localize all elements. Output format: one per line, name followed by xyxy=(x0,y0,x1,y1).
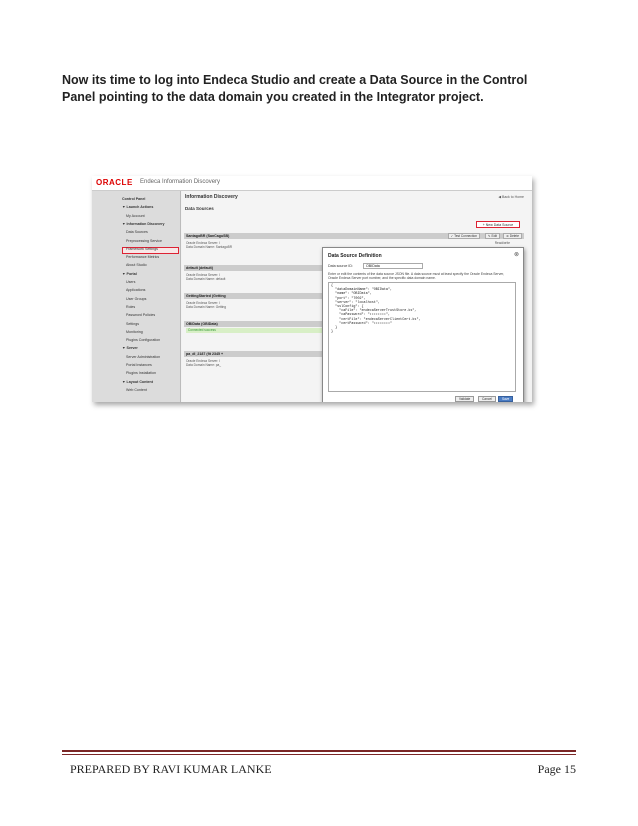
sidebar-item[interactable]: Control Panel xyxy=(122,197,145,201)
data-source-name[interactable]: SantagoBR (SanCaguSB) xyxy=(186,234,229,238)
cancel-button[interactable]: Cancel xyxy=(478,396,496,402)
dialog-title: Data Source Definition xyxy=(328,253,382,259)
edit-button[interactable]: ✎ Edit xyxy=(484,233,500,239)
app-name: Endeca Information Discovery xyxy=(140,179,221,185)
sidebar-item[interactable]: Portal Instances xyxy=(126,363,152,367)
data-source-definition-dialog: Data Source Definition ⊗ Data source ID:… xyxy=(322,247,524,402)
domain-line: Data Domain Name: default xyxy=(186,277,226,281)
footer-rule-thick xyxy=(62,750,576,752)
validate-button[interactable]: Validate xyxy=(455,396,475,402)
sidebar-item[interactable]: About Studio xyxy=(126,263,147,267)
new-data-source-button[interactable]: + New Data Source xyxy=(476,221,520,228)
sidebar-item[interactable]: ▼ Launch Actions xyxy=(122,205,153,209)
data-source-name[interactable]: OBIData (OBIData) xyxy=(186,322,218,326)
test-connection-button[interactable]: ✓ Test Connection xyxy=(447,233,480,239)
delete-button[interactable]: ⊘ Delete xyxy=(503,233,522,239)
domain-line: Data Domain Name: SantagoBR xyxy=(186,245,233,249)
dialog-help-text: Enter or edit the contents of the data s… xyxy=(328,272,505,281)
data-source-name[interactable]: default (default) xyxy=(186,266,213,270)
sidebar-item[interactable]: My Account xyxy=(126,214,145,218)
footer-rule-thin xyxy=(62,754,576,755)
sidebar-item[interactable]: ▼ Information Discovery xyxy=(122,222,165,226)
control-panel-sidebar: Control Panel ▼ Launch Actions My Account ▼… xyxy=(92,191,181,402)
sidebar-item[interactable]: User Groups xyxy=(126,297,146,301)
section-title: Data Sources xyxy=(185,206,214,211)
app-header: ORACLE Endeca Information Discovery xyxy=(92,176,532,191)
sidebar-item[interactable]: Preprocessing Service xyxy=(126,239,162,243)
oracle-logo: ORACLE xyxy=(96,178,133,187)
sidebar-item[interactable]: Settings xyxy=(126,322,139,326)
save-button[interactable]: Save xyxy=(498,396,514,402)
page-title: Information Discovery xyxy=(185,194,238,200)
main-panel: Information Discovery ◀ Back to Home Dat… xyxy=(182,191,530,402)
sidebar-item[interactable]: ▼ Portal xyxy=(122,272,137,276)
sidebar-item[interactable]: Monitoring xyxy=(126,330,143,334)
domain-line: Data Domain Name: Getting xyxy=(186,305,227,309)
sidebar-item[interactable]: Performance Metrics xyxy=(126,255,159,259)
sidebar-item[interactable]: ▼ Server xyxy=(122,346,138,350)
row-header: SantagoBR (SanCaguSB) ✓ Test Connection ✎ … xyxy=(184,233,524,239)
sidebar-item[interactable]: Server Administration xyxy=(126,355,160,359)
sidebar-item[interactable]: Plugins Installation xyxy=(126,371,156,375)
sidebar-item[interactable]: Password Policies xyxy=(126,313,155,317)
sidebar-item[interactable]: Data Sources xyxy=(126,230,148,234)
data-source-name[interactable]: GettingStarted (Getting xyxy=(186,294,226,298)
back-to-home-link[interactable]: ◀ Back to Home xyxy=(498,195,524,199)
data-source-id-input[interactable]: OBIData xyxy=(363,263,423,269)
json-editor[interactable]: { "dataDomainName": "OBIData", "name": "… xyxy=(328,282,516,392)
close-icon[interactable]: ⊗ xyxy=(514,251,519,258)
endeca-studio-screenshot: ORACLE Endeca Information Discovery Cont… xyxy=(92,176,532,402)
sidebar-item[interactable]: Framework Settings xyxy=(126,247,158,251)
sidebar-item[interactable]: Web Content xyxy=(126,388,147,392)
page-number: Page 15 xyxy=(537,762,576,776)
sidebar-item[interactable]: Plugins Configuration xyxy=(126,338,160,342)
data-source-name[interactable]: pa_dl_2187 (fit 2345 + xyxy=(186,352,223,356)
data-source-id-label: Data source ID: xyxy=(328,264,353,268)
access-status: Read/write xyxy=(494,241,510,245)
sidebar-item[interactable]: Users xyxy=(126,280,135,284)
sidebar-item[interactable]: Applications xyxy=(126,288,145,292)
footer-author: PREPARED BY RAVI KUMAR LANKE xyxy=(70,762,272,776)
sidebar-item[interactable]: Roles xyxy=(126,305,135,309)
domain-line: Data Domain Name: pa_ xyxy=(186,363,222,367)
intro-paragraph: Now its time to log into Endeca Studio a… xyxy=(62,73,528,104)
sidebar-item[interactable]: ▼ Layout Content xyxy=(122,380,153,384)
